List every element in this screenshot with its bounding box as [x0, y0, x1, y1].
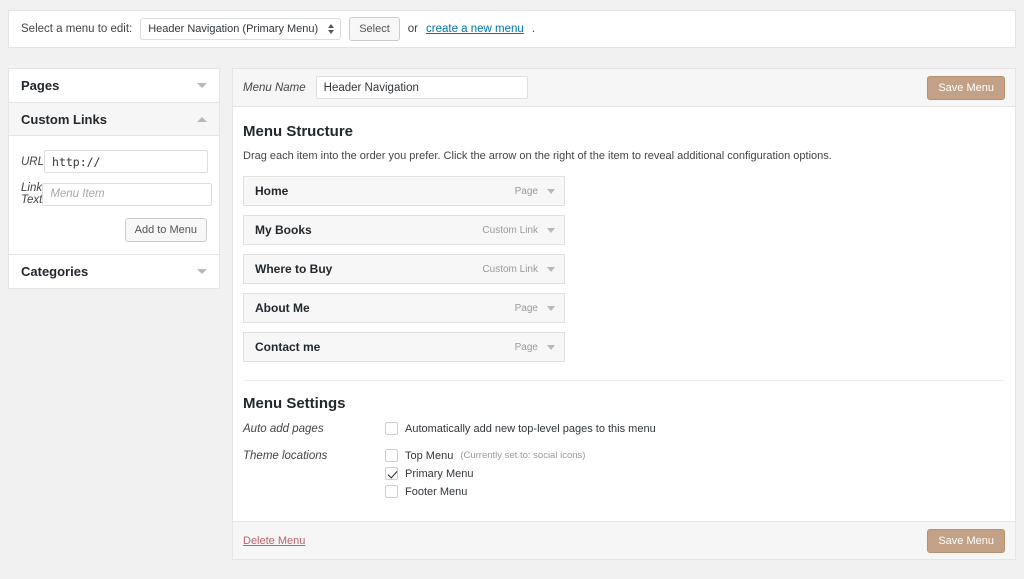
- theme-location-primary-menu[interactable]: Primary Menu: [385, 467, 585, 480]
- auto-add-pages-text: Automatically add new top-level pages to…: [405, 422, 656, 435]
- auto-add-pages-label: Auto add pages: [243, 423, 324, 435]
- menu-item-title: About Me: [255, 301, 310, 315]
- panel-title-categories: Categories: [21, 264, 89, 279]
- select-button[interactable]: Select: [349, 17, 400, 41]
- menu-item-type: Page: [514, 341, 538, 353]
- menu-item-row[interactable]: Where to Buy Custom Link: [243, 254, 565, 284]
- theme-location-top-menu[interactable]: Top Menu (Currently set to: social icons…: [385, 449, 585, 462]
- chevron-down-icon[interactable]: [547, 344, 555, 350]
- menu-select-bar: Select a menu to edit: Header Navigation…: [8, 10, 1016, 48]
- menu-editor-panel: Menu Name Save Menu Menu Structure Drag …: [232, 68, 1016, 560]
- menu-structure-hint: Drag each item into the order you prefer…: [243, 150, 832, 162]
- footer-menu-label: Footer Menu: [405, 485, 468, 498]
- menu-name-bar: Menu Name Save Menu: [233, 69, 1015, 107]
- chevron-down-icon[interactable]: [547, 188, 555, 194]
- menu-item-title: Where to Buy: [255, 262, 333, 276]
- panel-custom-links: Custom Links URL Link Text Add to Menu: [8, 102, 220, 254]
- menu-item-meta: Page: [515, 303, 555, 314]
- menu-item-row[interactable]: My Books Custom Link: [243, 215, 565, 245]
- menu-editor-footer: Delete Menu Save Menu: [233, 521, 1015, 559]
- menu-name-input[interactable]: [315, 76, 528, 99]
- theme-locations-row: Theme locations Top Menu (Currently set …: [243, 449, 1005, 503]
- chevron-down-icon[interactable]: [547, 266, 555, 272]
- add-to-menu-button[interactable]: Add to Menu: [124, 218, 207, 242]
- select-stepper-icon: [328, 24, 335, 34]
- menu-item-type: Custom Link: [482, 263, 538, 275]
- top-menu-note: (Currently set to: social icons): [460, 450, 586, 461]
- panel-title-custom-links: Custom Links: [21, 111, 107, 127]
- chevron-down-icon[interactable]: [547, 227, 555, 233]
- panel-header-pages[interactable]: Pages: [9, 69, 219, 102]
- chevron-up-icon[interactable]: [197, 116, 207, 122]
- menu-item-type: Custom Link: [482, 224, 538, 236]
- panel-header-custom-links[interactable]: Custom Links: [9, 103, 219, 136]
- auto-add-pages-options: Automatically add new top-level pages to…: [385, 422, 656, 440]
- menu-item-row[interactable]: Home Page: [243, 176, 565, 206]
- top-menu-checkbox[interactable]: [385, 449, 398, 462]
- menu-item-row[interactable]: Contact me Page: [243, 332, 565, 362]
- menu-name-label: Menu Name: [243, 81, 306, 94]
- theme-locations-options: Top Menu (Currently set to: social icons…: [385, 449, 585, 503]
- delete-menu-link[interactable]: Delete Menu: [243, 535, 305, 547]
- primary-menu-checkbox[interactable]: [385, 467, 398, 480]
- menu-settings-title: Menu Settings: [243, 395, 346, 412]
- menu-select-dropdown[interactable]: Header Navigation (Primary Menu): [140, 18, 342, 40]
- or-text: or: [407, 23, 418, 35]
- menu-item-title: Contact me: [255, 340, 321, 354]
- menu-item-type: Page: [514, 185, 538, 197]
- add-to-menu-row: Add to Menu: [21, 218, 207, 242]
- sidebar: Pages Custom Links URL Link Text Add to …: [8, 68, 220, 289]
- panel-title-pages: Pages: [21, 78, 60, 93]
- save-menu-button-top[interactable]: Save Menu: [927, 76, 1005, 100]
- create-new-menu-link[interactable]: create a new menu: [426, 23, 524, 35]
- chevron-down-icon[interactable]: [547, 305, 555, 311]
- menu-item-row[interactable]: About Me Page: [243, 293, 565, 323]
- menu-item-type: Page: [514, 302, 538, 314]
- chevron-down-icon[interactable]: [197, 269, 207, 274]
- auto-add-pages-checkbox[interactable]: [385, 422, 398, 435]
- link-text-input[interactable]: [42, 182, 213, 206]
- panel-pages: Pages: [8, 68, 220, 102]
- menu-item-meta: Custom Link: [482, 225, 555, 236]
- top-menu-label: Top Menu: [405, 449, 454, 462]
- auto-add-pages-option[interactable]: Automatically add new top-level pages to…: [385, 422, 656, 435]
- menu-item-meta: Page: [515, 186, 555, 197]
- link-text-label: Link Text: [21, 182, 43, 206]
- menu-items-list: Home Page My Books Custom Link Where to …: [243, 176, 565, 362]
- footer-menu-checkbox[interactable]: [385, 485, 398, 498]
- link-text-field-row: Link Text: [21, 182, 213, 206]
- menu-item-title: Home: [255, 184, 289, 198]
- menu-item-title: My Books: [255, 223, 312, 237]
- url-field-row: URL: [21, 150, 209, 173]
- auto-add-pages-row: Auto add pages Automatically add new top…: [243, 422, 1005, 440]
- menu-item-meta: Page: [515, 342, 555, 353]
- theme-location-footer-menu[interactable]: Footer Menu: [385, 485, 585, 498]
- menu-select-value: Header Navigation (Primary Menu): [148, 23, 319, 35]
- panel-header-categories[interactable]: Categories: [9, 255, 219, 288]
- select-menu-label: Select a menu to edit:: [21, 23, 133, 35]
- url-input[interactable]: [44, 150, 209, 173]
- url-label: URL: [21, 155, 45, 168]
- menu-structure-title: Menu Structure: [243, 123, 354, 140]
- save-menu-button-bottom[interactable]: Save Menu: [927, 528, 1005, 553]
- panel-categories: Categories: [8, 254, 220, 289]
- menu-editor-body: Menu Structure Drag each item into the o…: [233, 107, 1015, 503]
- theme-locations-label: Theme locations: [243, 450, 328, 462]
- menu-item-meta: Custom Link: [482, 264, 555, 275]
- custom-links-body: URL Link Text Add to Menu: [9, 136, 219, 254]
- period-text: .: [531, 23, 536, 35]
- section-divider: [243, 380, 1005, 381]
- chevron-down-icon[interactable]: [197, 83, 207, 88]
- primary-menu-label: Primary Menu: [405, 467, 474, 480]
